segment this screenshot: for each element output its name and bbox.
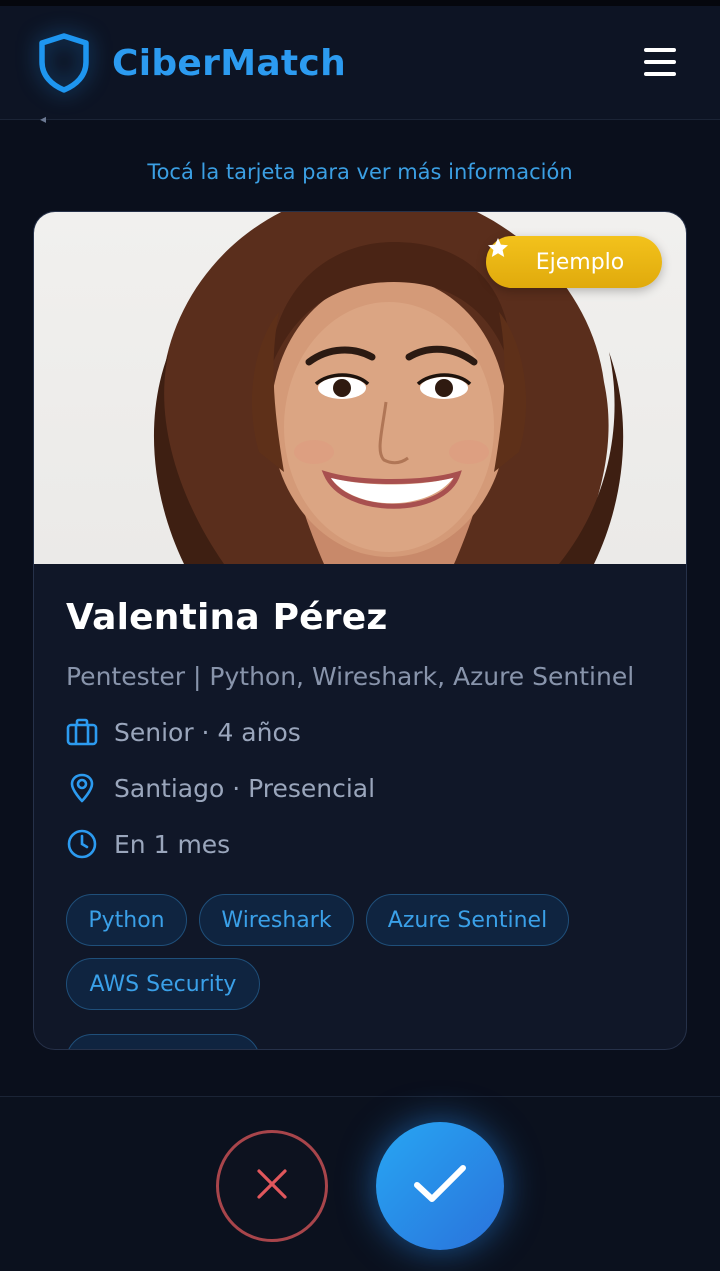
candidate-name: Valentina Pérez xyxy=(66,597,388,638)
skill-chip[interactable]: Python xyxy=(66,894,187,946)
action-bar xyxy=(0,1096,720,1271)
location-pin-icon xyxy=(66,772,98,804)
back-arrow-icon[interactable]: ◂ xyxy=(40,112,52,126)
shield-icon xyxy=(36,32,92,94)
detail-location: Santiago · Presencial xyxy=(66,760,666,816)
detail-text: Senior · 4 años xyxy=(114,717,301,747)
candidate-title: Pentester | Python, Wireshark, Azure Sen… xyxy=(66,662,635,691)
detail-seniority: Senior · 4 años xyxy=(66,704,666,760)
skill-chip-partial xyxy=(66,1034,260,1049)
brand[interactable]: CiberMatch xyxy=(36,32,346,94)
detail-availability: En 1 mes xyxy=(66,816,666,872)
skill-chip[interactable]: Wireshark xyxy=(199,894,354,946)
detail-text: Santiago · Presencial xyxy=(114,773,376,803)
briefcase-icon xyxy=(66,716,98,748)
reject-button[interactable] xyxy=(216,1130,328,1242)
example-badge: Ejemplo xyxy=(486,236,662,288)
profile-card[interactable]: Ejemplo Valentina Pérez Pentester | Pyth… xyxy=(33,211,687,1050)
profile-info: Valentina Pérez Pentester | Python, Wire… xyxy=(66,597,666,872)
clock-icon xyxy=(66,828,98,860)
app-name: CiberMatch xyxy=(112,42,346,84)
hamburger-menu-icon[interactable] xyxy=(640,48,680,82)
detail-text: En 1 mes xyxy=(114,829,231,859)
tap-hint: Tocá la tarjeta para ver más información xyxy=(147,160,573,184)
badge-label: Ejemplo xyxy=(535,249,625,275)
skill-chip[interactable]: Azure Sentinel xyxy=(366,894,569,946)
check-icon xyxy=(413,1163,467,1209)
app-header: CiberMatch xyxy=(0,6,720,120)
close-icon xyxy=(255,1167,289,1205)
profile-photo: Ejemplo xyxy=(34,212,686,564)
accept-button[interactable] xyxy=(376,1122,504,1250)
skill-chip[interactable]: AWS Security xyxy=(66,958,260,1010)
